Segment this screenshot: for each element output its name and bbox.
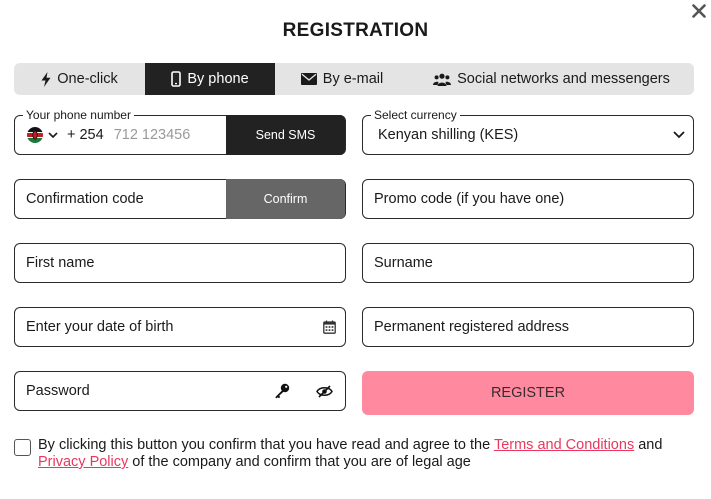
- tab-label: By phone: [187, 71, 249, 87]
- country-code: + 254: [67, 127, 104, 143]
- confirmation-code-input[interactable]: Confirmation code: [15, 191, 226, 207]
- page-title: REGISTRATION: [282, 20, 429, 41]
- confirm-button[interactable]: Confirm: [226, 179, 345, 219]
- registration-tabs: One-click By phone By e-mail Social netw…: [14, 63, 694, 95]
- tab-by-phone[interactable]: By phone: [145, 63, 275, 95]
- privacy-policy-link[interactable]: Privacy Policy: [38, 454, 128, 470]
- chevron-down-icon: [673, 131, 685, 139]
- tab-social-networks[interactable]: Social networks and messengers: [409, 63, 694, 95]
- close-button[interactable]: [688, 0, 710, 22]
- tab-label: By e-mail: [322, 71, 384, 87]
- promo-code-input[interactable]: Promo code (if you have one): [363, 191, 693, 207]
- password-input[interactable]: Password: [15, 383, 274, 399]
- phone-input[interactable]: 712 123456: [114, 127, 191, 143]
- register-button[interactable]: REGISTER: [362, 371, 694, 415]
- eye-slash-icon[interactable]: [316, 384, 333, 398]
- currency-select[interactable]: Select currency Kenyan shilling (KES): [362, 108, 694, 155]
- promo-code-field[interactable]: Promo code (if you have one): [362, 179, 694, 219]
- first-name-input[interactable]: First name: [15, 255, 345, 271]
- address-field[interactable]: Permanent registered address: [362, 307, 694, 347]
- address-input[interactable]: Permanent registered address: [363, 319, 693, 335]
- first-name-field[interactable]: First name: [14, 243, 346, 283]
- close-icon: [692, 4, 706, 18]
- agreement-text-after: of the company and confirm that you are …: [128, 454, 471, 470]
- confirmation-code-field[interactable]: Confirmation code Confirm: [14, 179, 346, 219]
- phone-number-legend: Your phone number: [23, 108, 134, 122]
- terms-link[interactable]: Terms and Conditions: [494, 437, 634, 453]
- tab-by-email[interactable]: By e-mail: [275, 63, 409, 95]
- envelope-icon: [300, 73, 317, 85]
- password-field[interactable]: Password: [14, 371, 346, 411]
- agreement-text-and: and: [634, 437, 663, 453]
- send-sms-button[interactable]: Send SMS: [226, 115, 345, 155]
- agreement-text-before: By clicking this button you confirm that…: [38, 437, 494, 453]
- agreement-checkbox[interactable]: [14, 439, 31, 456]
- surname-input[interactable]: Surname: [363, 255, 693, 271]
- chevron-down-icon[interactable]: [48, 132, 58, 138]
- phone-icon: [171, 71, 182, 87]
- date-of-birth-field[interactable]: Enter your date of birth: [14, 307, 346, 347]
- kenya-flag-icon[interactable]: [27, 127, 43, 143]
- users-icon: [433, 73, 452, 86]
- tab-label: Social networks and messengers: [457, 71, 670, 87]
- tab-label: One-click: [57, 71, 118, 87]
- agreement-row: By clicking this button you confirm that…: [14, 437, 694, 471]
- calendar-icon[interactable]: [323, 320, 336, 334]
- tab-one-click[interactable]: One-click: [14, 63, 145, 95]
- phone-number-field: Your phone number + 254 712 123456 Send …: [14, 108, 346, 155]
- key-icon[interactable]: [274, 383, 290, 399]
- lightning-icon: [41, 71, 51, 87]
- agreement-text: By clicking this button you confirm that…: [38, 437, 694, 471]
- surname-field[interactable]: Surname: [362, 243, 694, 283]
- currency-value: Kenyan shilling (KES): [378, 127, 519, 143]
- date-of-birth-input[interactable]: Enter your date of birth: [15, 319, 323, 335]
- currency-legend: Select currency: [371, 108, 460, 122]
